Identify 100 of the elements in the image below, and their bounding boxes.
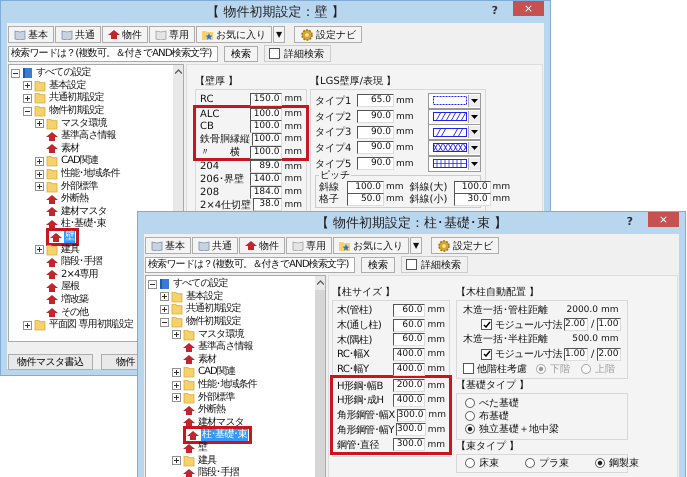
number-field[interactable]: 100.0 — [250, 120, 282, 134]
number-field[interactable]: 89.0 — [250, 160, 282, 174]
toolbar-button[interactable]: 設定ナビ — [294, 26, 362, 43]
tree-item[interactable]: 素材 — [197, 354, 218, 366]
number-field[interactable]: 30.0 — [454, 192, 491, 206]
number-field[interactable]: 100.0 — [347, 180, 384, 194]
number-field[interactable]: 150.0 — [250, 92, 282, 106]
expand-icon[interactable] — [35, 119, 44, 128]
footer-button[interactable]: 物件マスタ書込 — [8, 354, 93, 370]
collapse-icon[interactable] — [148, 280, 157, 289]
number-field[interactable]: 2.00 — [597, 348, 622, 361]
radio-button[interactable] — [525, 458, 535, 468]
number-field[interactable]: 200.0 — [393, 379, 426, 392]
tree-item[interactable]: 建具 — [197, 454, 218, 467]
toolbar-button[interactable]: お気に入り — [196, 26, 272, 43]
toolbar-button[interactable]: 専用 — [286, 237, 332, 254]
toolbar-button[interactable]: 共通 — [55, 26, 101, 43]
search-field[interactable]: 検索ワードは？(複数可。＆付きでAND検索文字) — [145, 256, 355, 272]
number-field[interactable]: 38.0 — [253, 198, 282, 212]
tree-item[interactable]: 階段･手摺 — [60, 256, 103, 268]
toolbar-button[interactable]: 設定ナビ — [431, 237, 500, 254]
tree-item[interactable]: すべての設定 — [35, 67, 92, 80]
tree-item[interactable]: 外部標準 — [197, 392, 236, 404]
number-field[interactable]: 400.0 — [393, 348, 426, 361]
tree-item[interactable]: 建材マスタ — [197, 416, 245, 429]
number-field[interactable]: 90.0 — [357, 141, 394, 154]
toolbar-button[interactable]: 基本 — [145, 237, 191, 254]
tree-item[interactable]: 屋根 — [60, 281, 80, 294]
number-field[interactable]: 400.0 — [393, 394, 426, 407]
number-field[interactable]: 100.0 — [454, 180, 491, 194]
search-button[interactable]: 検索 — [361, 256, 395, 272]
checkbox[interactable] — [269, 48, 280, 59]
tree-item[interactable]: 建材マスタ — [60, 206, 108, 218]
number-field[interactable]: 300.0 — [393, 438, 426, 452]
search-field[interactable]: 検索ワードは？(複数可。＆付きでAND検索文字) — [8, 46, 218, 62]
expand-icon[interactable] — [172, 330, 181, 340]
number-field[interactable]: 60.0 — [393, 333, 426, 346]
pattern-dropdown[interactable] — [428, 108, 481, 125]
tree-item[interactable]: 外断熱 — [197, 404, 226, 416]
expand-icon[interactable] — [160, 292, 169, 302]
tree-item[interactable]: 素材 — [60, 142, 80, 155]
tree-item[interactable]: CAD関連 — [197, 366, 236, 378]
close-button[interactable]: × — [648, 212, 679, 227]
tree-item[interactable]: 性能･地域条件 — [197, 379, 258, 392]
expand-icon[interactable] — [23, 81, 32, 90]
tree-item[interactable]: 壁 — [197, 442, 208, 454]
pattern-dropdown[interactable] — [428, 92, 481, 109]
number-field[interactable]: 100.0 — [250, 108, 282, 121]
tree-item[interactable]: 外部標準 — [60, 180, 98, 193]
collapse-icon[interactable] — [160, 318, 169, 327]
expand-icon[interactable] — [35, 156, 44, 166]
number-field[interactable]: 90.0 — [357, 126, 394, 139]
radio-button[interactable] — [465, 398, 475, 408]
number-field[interactable]: 50.0 — [347, 192, 384, 206]
expand-icon[interactable] — [35, 182, 44, 192]
expand-icon[interactable] — [23, 320, 32, 330]
checkbox[interactable] — [463, 363, 474, 374]
number-field[interactable]: 65.0 — [357, 94, 394, 108]
pattern-dropdown[interactable] — [428, 156, 481, 172]
number-field[interactable]: 90.0 — [357, 157, 394, 170]
radio-button[interactable] — [595, 458, 605, 468]
toolbar-button[interactable]: 基本 — [8, 26, 54, 43]
help-button[interactable]: ? — [626, 215, 633, 228]
checkbox[interactable] — [481, 319, 492, 330]
tree-item[interactable]: 物件初期設定 — [185, 316, 242, 328]
radio-button[interactable] — [465, 424, 475, 434]
tree-item[interactable]: 基準高さ情報 — [197, 341, 254, 354]
number-field[interactable]: 100.0 — [252, 132, 282, 146]
toolbar-button[interactable]: お気に入り — [333, 237, 409, 254]
expand-icon[interactable] — [160, 304, 169, 314]
checkbox[interactable] — [406, 259, 417, 270]
toolbar-button[interactable]: 共通 — [192, 237, 238, 254]
tree-item[interactable]: 増改築 — [60, 294, 90, 306]
tree-item[interactable]: 物件初期設定 — [48, 105, 105, 118]
radio-button[interactable] — [465, 411, 475, 422]
tree-item[interactable]: マスタ環境 — [60, 118, 108, 130]
toolbar-button[interactable]: ▼ — [273, 26, 286, 43]
tree-item[interactable]: 柱･基礎･束 — [60, 218, 107, 230]
tree-item[interactable]: 外断熱 — [60, 193, 90, 206]
number-field[interactable]: 60.0 — [393, 304, 426, 317]
number-field[interactable]: 1.00 — [564, 348, 588, 361]
number-field[interactable]: 1.00 — [597, 318, 622, 332]
number-field[interactable]: 2.00 — [564, 318, 588, 332]
tree-item[interactable]: 平面図 専用初期設定 — [48, 319, 134, 332]
expand-icon[interactable] — [35, 170, 44, 179]
expand-icon[interactable] — [35, 245, 44, 254]
number-field[interactable]: 90.0 — [357, 110, 394, 124]
number-field[interactable]: 300.0 — [396, 423, 426, 436]
expand-icon[interactable] — [172, 380, 181, 390]
tree-item[interactable]: 階段･手摺 — [197, 467, 240, 477]
expand-icon[interactable] — [172, 368, 181, 377]
number-field[interactable]: 400.0 — [393, 362, 426, 376]
tree-item[interactable]: 共通初期設定 — [185, 303, 242, 316]
tree-item[interactable]: 基本設定 — [185, 290, 224, 303]
toolbar-button[interactable]: 物件 — [102, 26, 148, 43]
tree-item[interactable]: すべての設定 — [172, 278, 229, 290]
scroll-up-icon[interactable] — [316, 280, 324, 285]
tree-item[interactable]: 共通初期設定 — [48, 92, 105, 104]
tree-item[interactable]: 2×4専用 — [60, 268, 99, 281]
tree-item[interactable]: マスタ環境 — [197, 328, 245, 341]
